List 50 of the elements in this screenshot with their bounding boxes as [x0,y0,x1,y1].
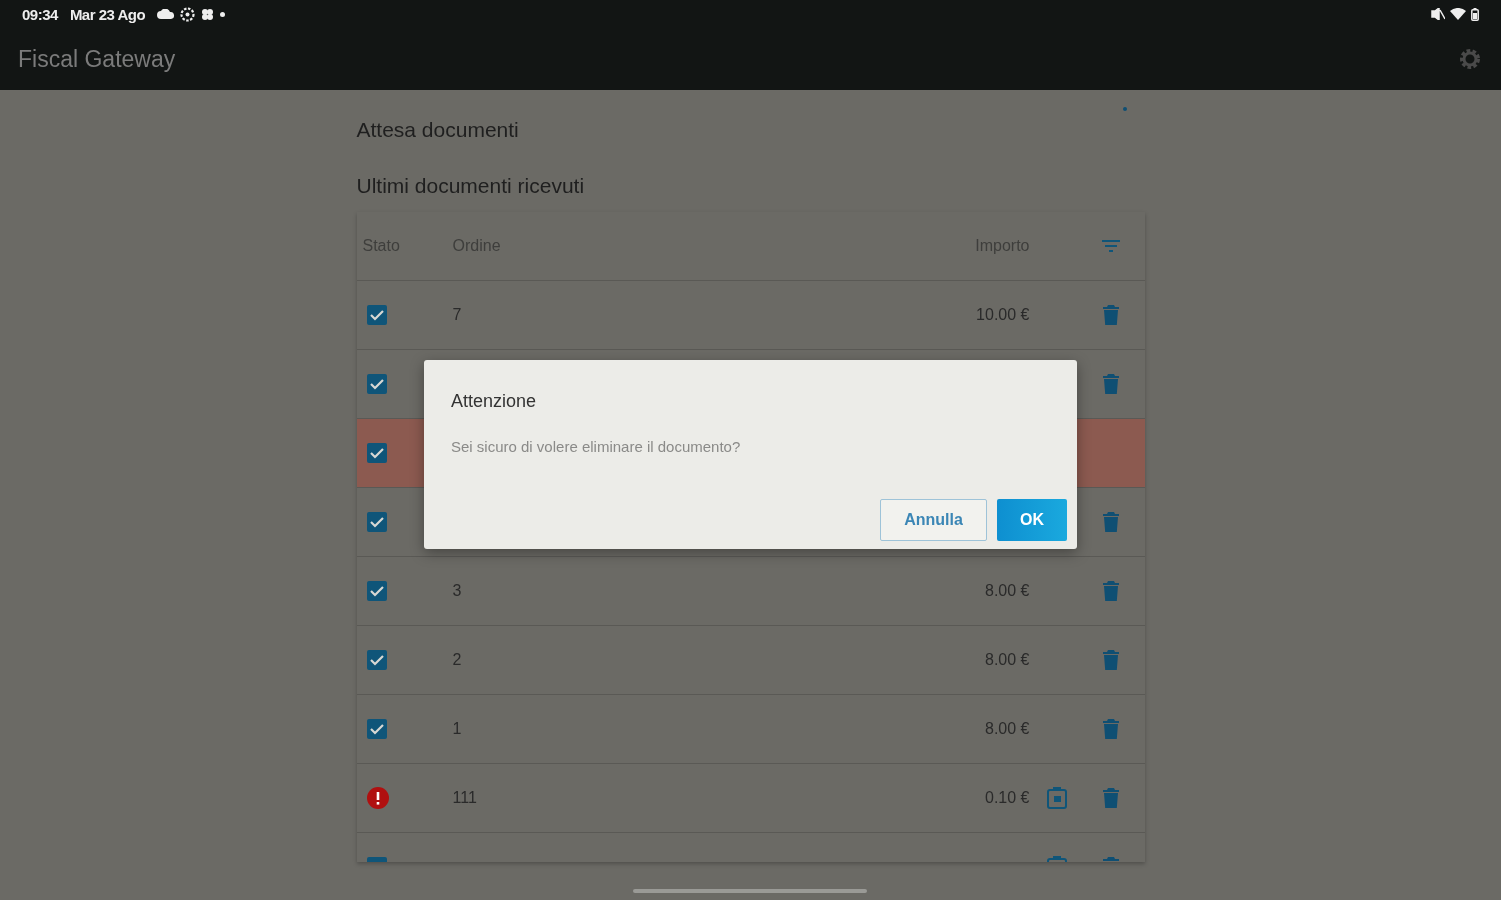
trash-icon[interactable] [1102,788,1119,808]
app-title: Fiscal Gateway [18,45,177,73]
order-number: 7 [452,306,463,324]
clock-time: 09:34 [22,5,58,23]
amount-text: 8.00 € [985,651,1030,669]
table-row[interactable]: 1 8.00 € [356,695,1145,764]
checked-checkbox[interactable] [366,443,387,463]
amount-text: 8.00 € [985,720,1030,738]
order-number: 1 [452,720,463,738]
trash-icon[interactable] [1102,650,1119,670]
trash-icon[interactable] [1102,581,1119,601]
indicator-dot [1122,107,1127,111]
trash-icon[interactable] [1102,305,1119,325]
dialog-message: Sei sicuro di volere eliminare il documento? [451,438,742,455]
battery-icon [1471,7,1479,21]
status-date: Mar 23 Ago [69,5,146,23]
order-number: 2 [452,651,463,669]
dot-icon [220,11,226,17]
settings-icon[interactable] [1459,48,1481,70]
amount-text: 10.00 € [976,306,1030,324]
checked-checkbox[interactable] [366,374,387,394]
section-title: Ultimi documenti ricevuti [356,173,585,199]
checked-checkbox[interactable] [366,650,387,670]
ok-button[interactable]: OK [997,499,1067,541]
trash-icon[interactable] [1102,374,1119,394]
trash-icon[interactable] [1102,512,1119,532]
checked-checkbox[interactable] [366,305,387,325]
receipt-icon[interactable] [1046,787,1067,809]
cancel-button[interactable]: Annulla [880,499,987,541]
table-row[interactable]: 3 8.00 € [356,557,1145,626]
amount-text: 0.10 € [985,789,1030,807]
checked-checkbox[interactable] [366,512,387,532]
page-title: Attesa documenti [356,117,519,143]
checked-checkbox[interactable] [366,581,387,601]
wifi-icon [1450,8,1466,20]
cloud-icon [157,9,176,19]
order-number: 111 [452,789,478,807]
table-row[interactable]: 7 10.00 € [356,281,1145,350]
flower-icon [200,6,216,22]
mute-icon [1431,8,1445,20]
trash-icon[interactable] [1102,719,1119,739]
table-row[interactable]: 2 8.00 € [356,626,1145,695]
gear-icon [180,6,196,22]
filter-icon[interactable] [1101,240,1120,252]
order-number: 3 [452,582,463,600]
amount-text: 8.00 € [985,582,1030,600]
checked-checkbox[interactable] [366,719,387,739]
error-icon [366,787,389,809]
dialog-title: Attenzione [451,391,538,412]
table-row[interactable]: 111 0.10 € [356,764,1145,833]
